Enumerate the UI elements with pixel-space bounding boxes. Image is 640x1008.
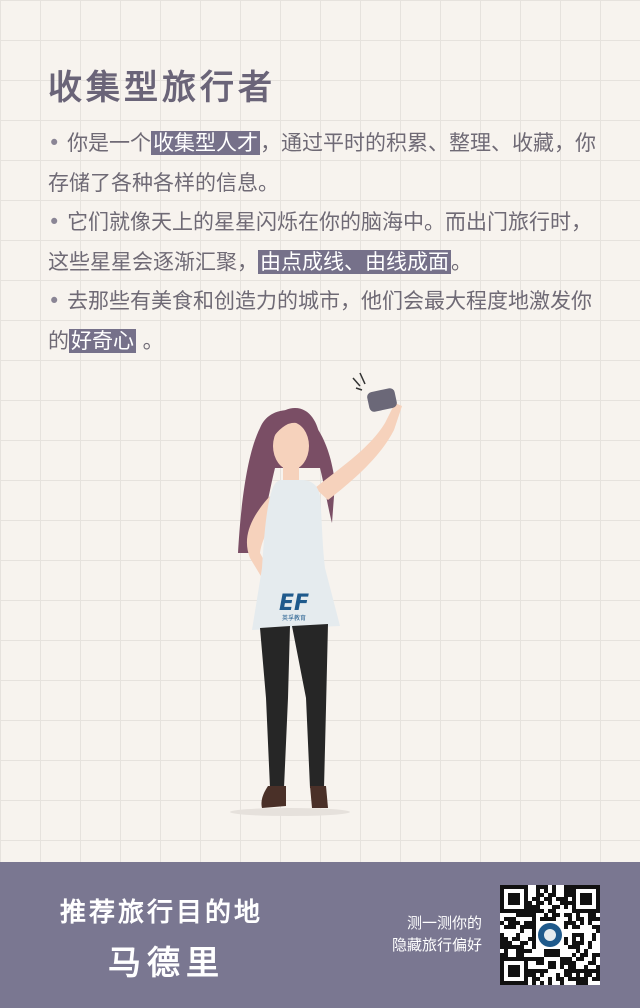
text-run: 。 bbox=[451, 249, 472, 274]
qr-code-icon[interactable] bbox=[500, 885, 600, 985]
svg-text:英孚教育: 英孚教育 bbox=[282, 614, 306, 622]
quiz-cta: 测一测你的 隐藏旅行偏好 bbox=[370, 912, 482, 956]
text-run: 你是一个 bbox=[67, 131, 152, 155]
bullet-icon: • bbox=[48, 131, 68, 155]
paragraph-3: • 去那些有美食和创造力的城市，他们会最大程度地激发你的好奇心 。 bbox=[48, 282, 604, 361]
highlighted-text: 收集型人才 bbox=[151, 131, 261, 155]
description-text: • 你是一个收集型人才，通过平时的积累、整理、收藏，你存储了各种各样的信息。 • … bbox=[48, 124, 604, 361]
text-run: 。 bbox=[136, 328, 164, 353]
woman-selfie-illustration: EF 英孚教育 bbox=[230, 372, 402, 816]
highlighted-text: 由点成线、由线成面 bbox=[258, 249, 451, 274]
cta-line-1: 测一测你的 bbox=[406, 914, 482, 932]
page-title: 收集型旅行者 bbox=[48, 68, 276, 108]
paragraph-2: • 它们就像天上的星星闪烁在你的脑海中。而出门旅行时，这些星星会逐渐汇聚，由点成… bbox=[48, 203, 604, 282]
footer-banner: 推荐旅行目的地 马德里 测一测你的 隐藏旅行偏好 bbox=[0, 862, 640, 1008]
destination-name: 马德里 bbox=[108, 943, 225, 982]
highlighted-text: 好奇心 bbox=[69, 328, 136, 353]
ef-logo-icon: EF bbox=[279, 591, 309, 616]
bullet-icon: • bbox=[48, 289, 68, 313]
paragraph-1: • 你是一个收集型人才，通过平时的积累、整理、收藏，你存储了各种各样的信息。 bbox=[48, 124, 604, 203]
bullet-icon: • bbox=[48, 210, 68, 234]
footer-heading: 推荐旅行目的地 bbox=[60, 898, 264, 928]
cta-line-2: 隐藏旅行偏好 bbox=[391, 936, 482, 954]
